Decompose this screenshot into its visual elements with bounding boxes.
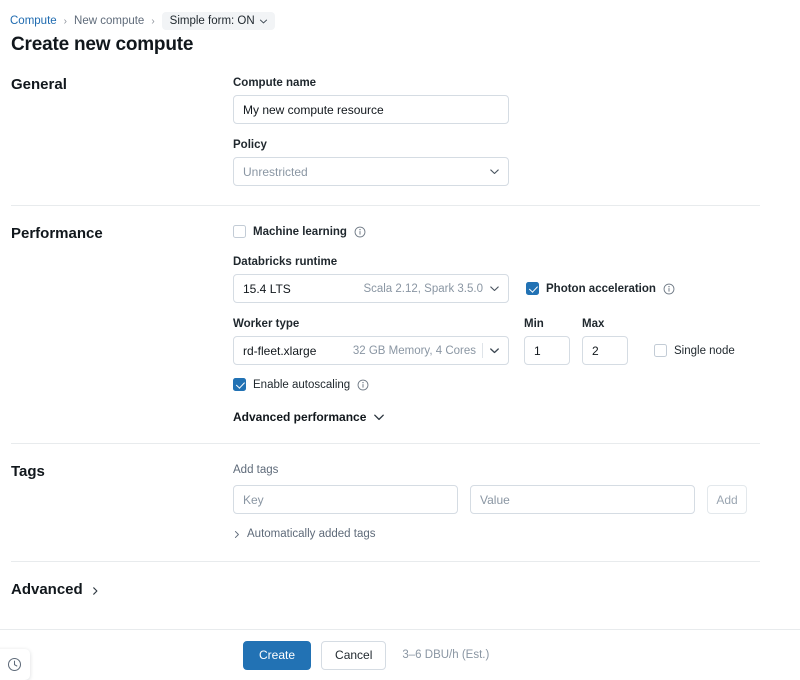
policy-field-group: Policy Unrestricted bbox=[233, 138, 770, 186]
single-node-checkbox[interactable] bbox=[654, 344, 667, 357]
page-title: Create new compute bbox=[11, 34, 193, 56]
max-workers-label: Max bbox=[582, 317, 628, 331]
select-divider bbox=[482, 343, 483, 358]
machine-learning-checkbox-row[interactable]: Machine learning bbox=[233, 225, 770, 238]
min-workers-label: Min bbox=[524, 317, 570, 331]
form-sections: General Compute name My new compute reso… bbox=[0, 62, 800, 617]
cancel-button[interactable]: Cancel bbox=[321, 641, 386, 670]
breadcrumb-separator-2: › bbox=[151, 16, 154, 27]
dbu-estimate: 3–6 DBU/h (Est.) bbox=[402, 649, 489, 661]
section-advanced-label: Advanced bbox=[11, 581, 83, 598]
max-workers-input[interactable]: 2 bbox=[582, 336, 628, 365]
breadcrumb-current-new-compute: New compute bbox=[74, 15, 144, 27]
section-tags: Tags Add tags Key Value Add Automaticall… bbox=[0, 444, 800, 561]
photon-acceleration-row[interactable]: Photon acceleration bbox=[526, 274, 675, 303]
runtime-field-group: Databricks runtime 15.4 LTS Scala 2.12, … bbox=[233, 255, 770, 303]
databricks-runtime-value: 15.4 LTS bbox=[243, 282, 291, 296]
chevron-down-icon bbox=[489, 283, 500, 294]
simple-form-chip-label: Simple form: ON bbox=[170, 15, 255, 27]
machine-learning-label: Machine learning bbox=[253, 226, 347, 238]
section-general-heading: General bbox=[0, 76, 233, 186]
footer-actions: Create Cancel 3–6 DBU/h (Est.) bbox=[0, 630, 800, 680]
tag-key-input[interactable]: Key bbox=[233, 485, 458, 514]
breadcrumb-separator-1: › bbox=[64, 16, 67, 27]
compute-name-field-group: Compute name My new compute resource bbox=[233, 76, 770, 124]
photon-acceleration-checkbox[interactable] bbox=[526, 282, 539, 295]
databricks-runtime-label: Databricks runtime bbox=[233, 255, 770, 269]
single-node-row[interactable]: Single node bbox=[654, 336, 735, 365]
min-workers-input[interactable]: 1 bbox=[524, 336, 570, 365]
photon-acceleration-label: Photon acceleration bbox=[546, 283, 656, 295]
worker-type-label: Worker type bbox=[233, 317, 509, 331]
section-advanced-heading[interactable]: Advanced bbox=[0, 581, 233, 598]
chevron-down-icon bbox=[489, 345, 500, 356]
worker-type-field-group: Worker type rd-fleet.xlarge 32 GB Memory… bbox=[233, 317, 509, 365]
min-workers-field-group: Min 1 bbox=[524, 317, 570, 365]
worker-type-value: rd-fleet.xlarge bbox=[243, 344, 316, 358]
chevron-right-icon bbox=[91, 586, 100, 596]
chevron-down-icon bbox=[373, 411, 385, 423]
section-performance-heading: Performance bbox=[0, 225, 233, 424]
enable-autoscaling-row[interactable]: Enable autoscaling bbox=[233, 378, 770, 391]
chevron-right-icon bbox=[233, 530, 241, 539]
section-general: General Compute name My new compute reso… bbox=[0, 62, 800, 205]
enable-autoscaling-checkbox[interactable] bbox=[233, 378, 246, 391]
simple-form-toggle-chip[interactable]: Simple form: ON bbox=[162, 12, 275, 30]
policy-label: Policy bbox=[233, 138, 770, 152]
machine-learning-checkbox[interactable] bbox=[233, 225, 246, 238]
add-tag-button[interactable]: Add bbox=[707, 485, 747, 514]
chevron-down-icon bbox=[259, 17, 268, 26]
history-panel-button[interactable] bbox=[0, 649, 30, 680]
compute-name-label: Compute name bbox=[233, 76, 770, 90]
section-advanced: Advanced bbox=[0, 562, 800, 617]
runtime-row: 15.4 LTS Scala 2.12, Spark 3.5.0 Photon … bbox=[233, 274, 770, 303]
tag-value-input[interactable]: Value bbox=[470, 485, 695, 514]
databricks-runtime-select[interactable]: 15.4 LTS Scala 2.12, Spark 3.5.0 bbox=[233, 274, 509, 303]
worker-type-row: Worker type rd-fleet.xlarge 32 GB Memory… bbox=[233, 317, 770, 365]
enable-autoscaling-label: Enable autoscaling bbox=[253, 379, 350, 391]
compute-name-input[interactable]: My new compute resource bbox=[233, 95, 509, 124]
clock-icon bbox=[7, 657, 22, 672]
max-workers-field-group: Max 2 bbox=[582, 317, 628, 365]
info-icon[interactable] bbox=[663, 283, 675, 295]
info-icon[interactable] bbox=[354, 226, 366, 238]
breadcrumb: Compute › New compute › Simple form: ON bbox=[10, 12, 275, 30]
add-tags-label: Add tags bbox=[233, 463, 770, 477]
tag-entry-row: Key Value Add bbox=[233, 485, 770, 514]
advanced-performance-label: Advanced performance bbox=[233, 410, 366, 424]
policy-select-value: Unrestricted bbox=[243, 165, 308, 179]
worker-type-hint: 32 GB Memory, 4 Cores bbox=[353, 345, 482, 357]
automatically-added-tags-label: Automatically added tags bbox=[247, 528, 376, 540]
section-tags-heading: Tags bbox=[0, 463, 233, 540]
databricks-runtime-hint: Scala 2.12, Spark 3.5.0 bbox=[363, 283, 489, 295]
breadcrumb-link-compute[interactable]: Compute bbox=[10, 15, 57, 27]
chevron-down-icon bbox=[489, 166, 500, 177]
automatically-added-tags-toggle[interactable]: Automatically added tags bbox=[233, 528, 770, 540]
policy-select[interactable]: Unrestricted bbox=[233, 157, 509, 186]
info-icon[interactable] bbox=[357, 379, 369, 391]
section-performance: Performance Machine learning Databricks … bbox=[0, 206, 800, 443]
create-compute-page: Compute › New compute › Simple form: ON … bbox=[0, 0, 800, 680]
worker-type-select[interactable]: rd-fleet.xlarge 32 GB Memory, 4 Cores bbox=[233, 336, 509, 365]
create-button[interactable]: Create bbox=[243, 641, 311, 670]
single-node-label: Single node bbox=[674, 345, 735, 357]
advanced-performance-toggle[interactable]: Advanced performance bbox=[233, 410, 770, 424]
